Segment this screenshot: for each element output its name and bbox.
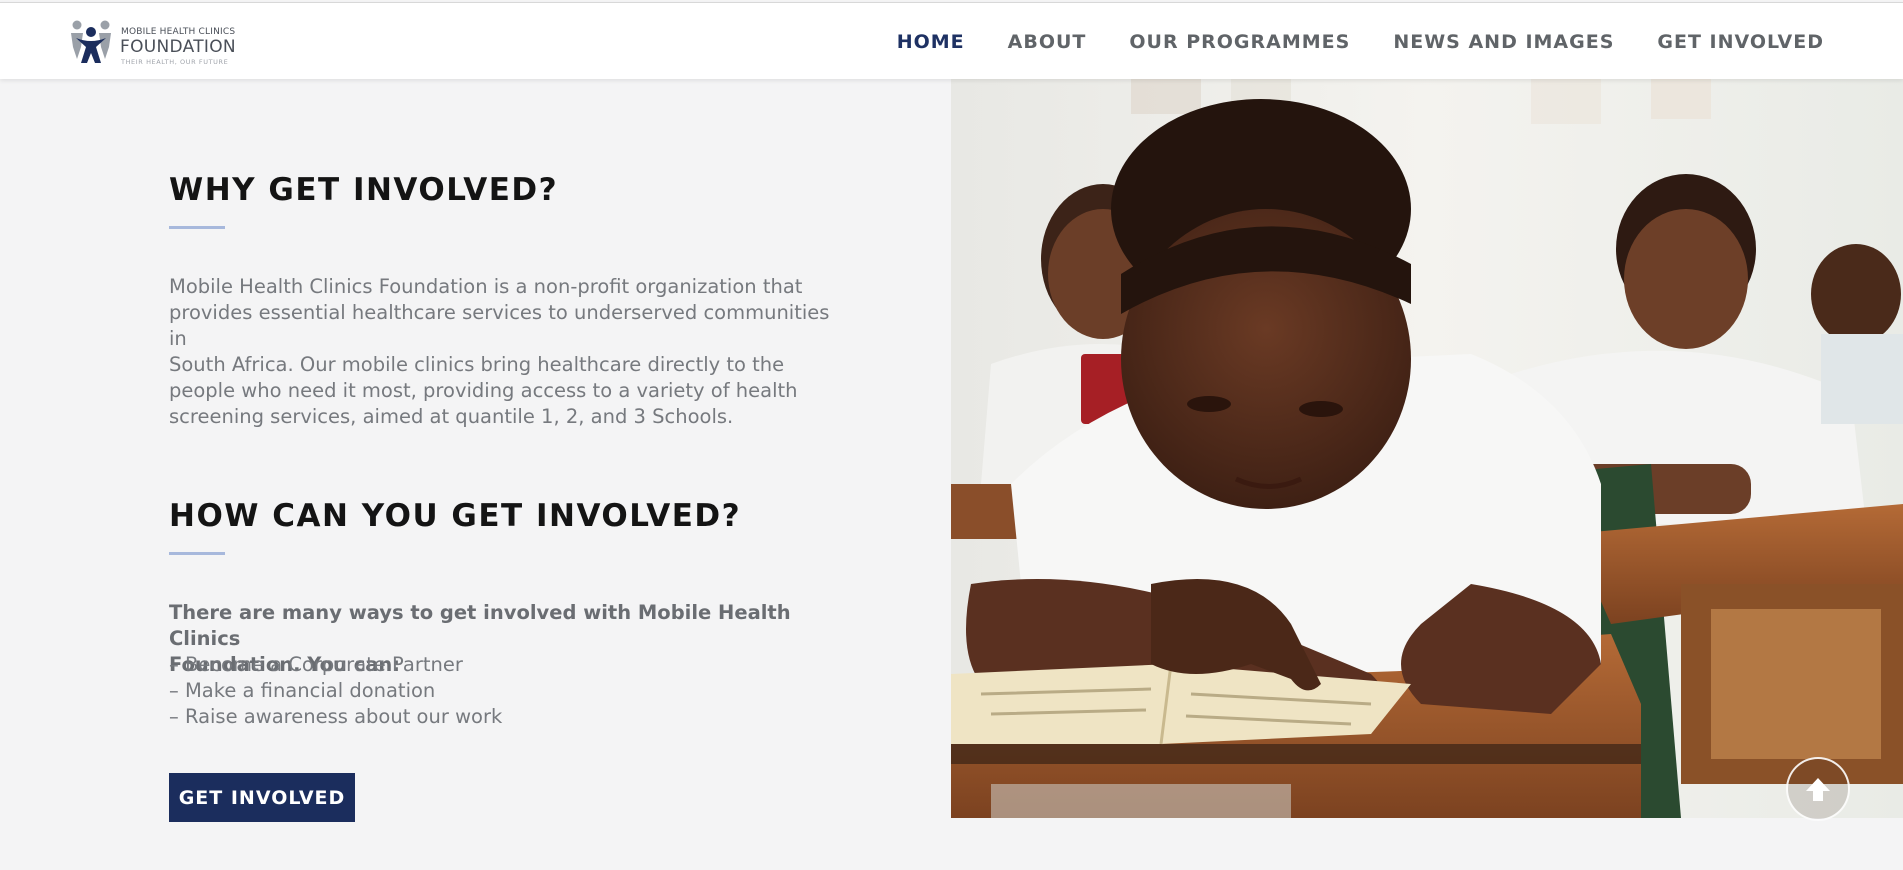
nav-item-our-programmes[interactable]: OUR PROGRAMMES bbox=[1129, 31, 1350, 53]
how-intro-line: There are many ways to get involved with… bbox=[169, 601, 791, 650]
arrow-up-icon bbox=[1806, 778, 1830, 801]
list-item: – Raise awareness about our work bbox=[169, 705, 503, 728]
classroom-illustration bbox=[951, 64, 1903, 818]
why-body-line: Mobile Health Clinics Foundation is a no… bbox=[169, 275, 803, 298]
nav-item-news-and-images[interactable]: NEWS AND IMAGES bbox=[1393, 31, 1614, 53]
main-nav: HOME ABOUT OUR PROGRAMMES NEWS AND IMAGE… bbox=[854, 3, 1824, 80]
list-item: – Become a Corporate Partner bbox=[169, 653, 463, 676]
why-heading-underline bbox=[169, 226, 225, 229]
site-logo[interactable]: MOBILE HEALTH CLINICS FOUNDATION THEIR H… bbox=[68, 17, 243, 67]
why-body-line: provides essential healthcare services t… bbox=[169, 301, 830, 350]
why-body-line: people who need it most, providing acces… bbox=[169, 379, 798, 402]
site-header: MOBILE HEALTH CLINICS FOUNDATION THEIR H… bbox=[0, 2, 1903, 79]
nav-item-get-involved[interactable]: GET INVOLVED bbox=[1657, 31, 1824, 53]
logo-line-2: FOUNDATION bbox=[120, 37, 236, 57]
how-heading: HOW CAN YOU GET INVOLVED? bbox=[169, 498, 742, 534]
why-body: Mobile Health Clinics Foundation is a no… bbox=[169, 274, 839, 430]
how-heading-underline bbox=[169, 552, 225, 555]
list-item: – Make a financial donation bbox=[169, 679, 436, 702]
scroll-to-top-button[interactable] bbox=[1786, 757, 1850, 821]
why-body-line: screening services, aimed at quantile 1,… bbox=[169, 405, 734, 428]
logo-line-1: MOBILE HEALTH CLINICS bbox=[121, 27, 236, 37]
why-heading: WHY GET INVOLVED? bbox=[169, 172, 559, 208]
nav-item-about[interactable]: ABOUT bbox=[1008, 31, 1087, 53]
logo-figures-icon bbox=[71, 20, 111, 63]
logo-tagline: THEIR HEALTH, OUR FUTURE bbox=[121, 58, 229, 66]
why-body-line: South Africa. Our mobile clinics bring h… bbox=[169, 353, 785, 376]
hero-photo bbox=[951, 64, 1903, 818]
get-involved-button[interactable]: GET INVOLVED bbox=[169, 773, 355, 822]
nav-item-home[interactable]: HOME bbox=[897, 31, 965, 53]
